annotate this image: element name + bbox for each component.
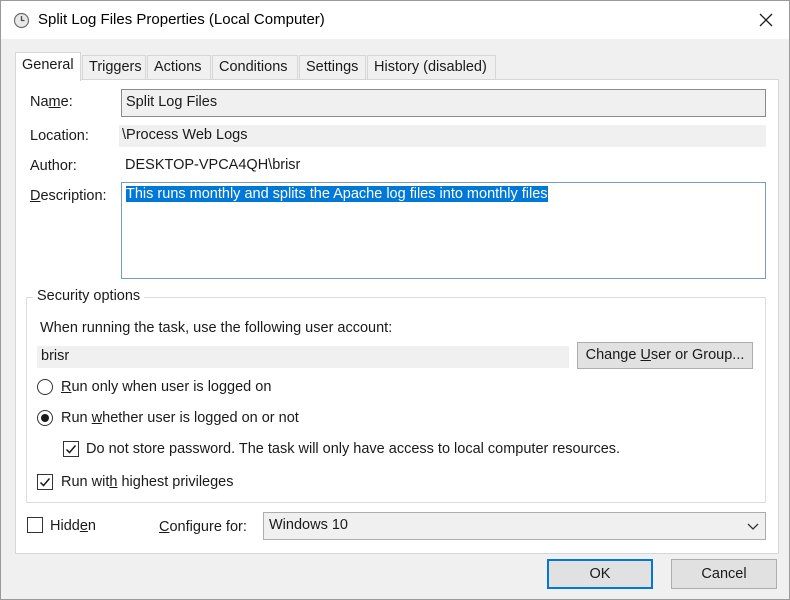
user-account-value: brisr bbox=[37, 346, 569, 368]
tab-history[interactable]: History (disabled) bbox=[367, 55, 496, 80]
close-icon bbox=[759, 13, 773, 27]
chevron-down-icon bbox=[747, 523, 759, 530]
close-button[interactable] bbox=[743, 1, 789, 39]
configure-for-select[interactable]: Windows 10 bbox=[263, 512, 766, 540]
account-prompt: When running the task, use the following… bbox=[40, 320, 393, 336]
description-field[interactable]: This runs monthly and splits the Apache … bbox=[121, 182, 766, 279]
configure-for-value: Windows 10 bbox=[269, 517, 348, 533]
checkmark-icon bbox=[39, 478, 51, 487]
run-whether-logged-on-label[interactable]: Run whether user is logged on or not bbox=[61, 410, 299, 426]
name-field[interactable]: Split Log Files bbox=[121, 89, 766, 117]
do-not-store-password-label[interactable]: Do not store password. The task will onl… bbox=[86, 441, 620, 457]
do-not-store-password-checkbox[interactable] bbox=[63, 441, 79, 457]
ok-button[interactable]: OK bbox=[547, 559, 653, 589]
configure-for-label: Configure for: bbox=[159, 519, 247, 535]
window-title: Split Log Files Properties (Local Comput… bbox=[38, 11, 325, 28]
tab-actions[interactable]: Actions bbox=[147, 55, 211, 80]
run-whether-logged-on-radio[interactable] bbox=[37, 410, 53, 426]
location-value: \Process Web Logs bbox=[119, 125, 766, 147]
run-only-logged-on-radio[interactable] bbox=[37, 379, 53, 395]
hidden-label[interactable]: Hidden bbox=[50, 518, 96, 534]
run-only-logged-on-label[interactable]: Run only when user is logged on bbox=[61, 379, 271, 395]
change-user-or-group-button[interactable]: Change User or Group... bbox=[577, 342, 753, 369]
cancel-button[interactable]: Cancel bbox=[671, 559, 777, 589]
tab-general[interactable]: General bbox=[15, 52, 81, 81]
run-highest-privileges-label[interactable]: Run with highest privileges bbox=[61, 474, 234, 490]
hidden-checkbox[interactable] bbox=[27, 517, 43, 533]
task-properties-dialog: Split Log Files Properties (Local Comput… bbox=[0, 0, 790, 600]
checkmark-icon bbox=[65, 445, 77, 454]
description-text: This runs monthly and splits the Apache … bbox=[126, 186, 548, 202]
name-label: Name: bbox=[30, 94, 73, 110]
run-highest-privileges-checkbox[interactable] bbox=[37, 474, 53, 490]
author-value: DESKTOP-VPCA4QH\brisr bbox=[125, 157, 301, 173]
title-bar: Split Log Files Properties (Local Comput… bbox=[1, 1, 789, 39]
description-label: Description: bbox=[30, 188, 107, 204]
security-options-title: Security options bbox=[33, 288, 145, 304]
author-label: Author: bbox=[30, 158, 77, 174]
location-label: Location: bbox=[30, 128, 89, 144]
tab-conditions[interactable]: Conditions bbox=[212, 55, 298, 80]
clock-icon bbox=[13, 12, 30, 29]
tab-triggers[interactable]: Triggers bbox=[82, 55, 146, 80]
tab-settings[interactable]: Settings bbox=[299, 55, 366, 80]
